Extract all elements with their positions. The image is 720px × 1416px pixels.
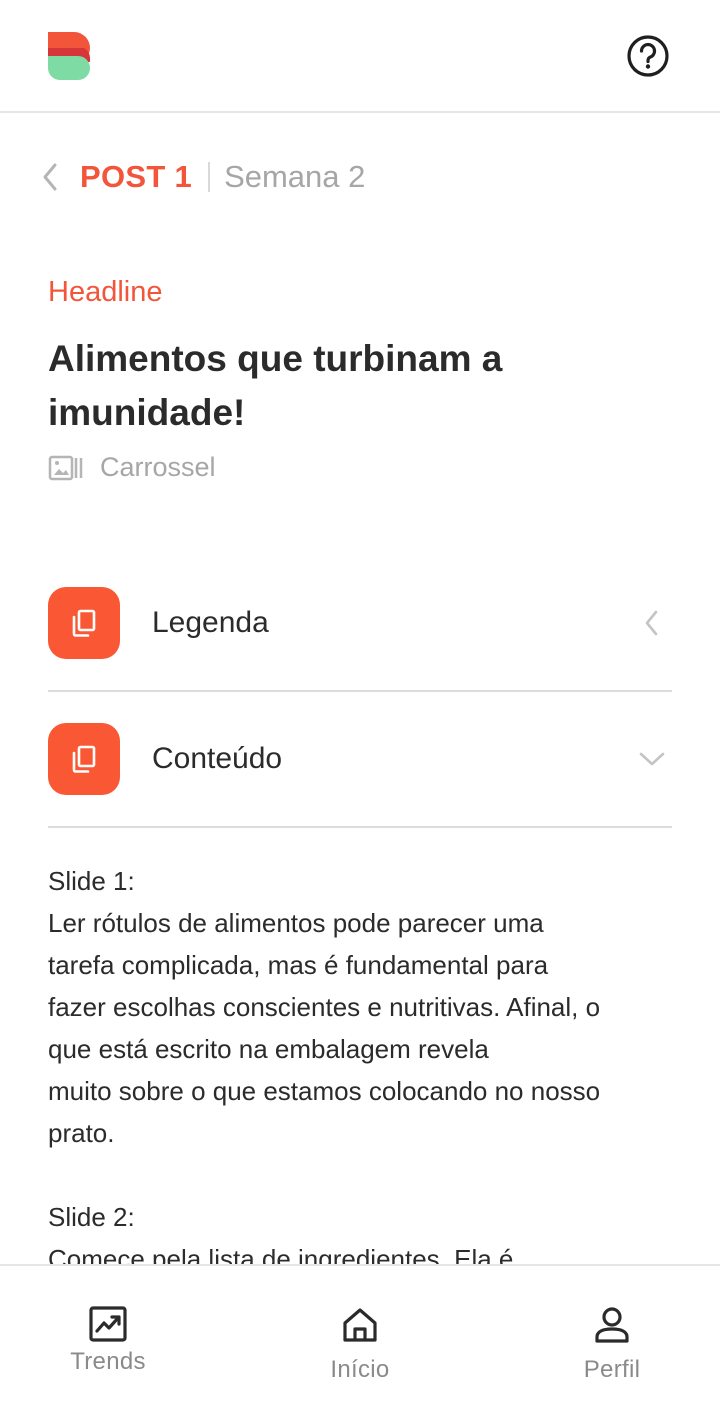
home-icon [343,1308,377,1342]
copy-icon [72,609,96,637]
slide-title: Slide 2: [48,1202,135,1232]
breadcrumb-divider [208,162,211,192]
trending-up-icon [89,1306,127,1342]
help-button[interactable] [626,34,670,78]
post-label: POST 1 [80,159,193,194]
week-label: Semana 2 [224,159,366,194]
nav-label: Início [330,1356,390,1383]
accordion-label: Conteúdo [152,742,283,775]
chevron-down-icon [639,752,665,766]
breadcrumb: POST 1 Semana 2 [36,152,365,202]
back-button[interactable] [36,157,64,197]
post-format: Carrossel [48,452,216,483]
accordion-legenda[interactable]: Legenda [48,556,672,692]
content-line: Ler rótulos de alimentos pode parecer um… [48,908,544,938]
nav-trends[interactable]: Trends [18,1266,198,1416]
post-title: Alimentos que turbinam a imunidade! [48,338,503,433]
nav-label: Trends [70,1348,146,1375]
chevron-left-icon [43,163,57,191]
nav-perfil[interactable]: Perfil [522,1266,702,1416]
content-line: muito sobre o que estamos colocando no n… [48,1076,601,1106]
content-line: prato. [48,1118,115,1148]
expand-toggle[interactable] [632,739,672,779]
accordion-conteudo[interactable]: Conteúdo [48,692,672,828]
copy-button[interactable] [48,723,120,795]
copy-button[interactable] [48,587,120,659]
nav-inicio[interactable]: Início [270,1266,450,1416]
expand-toggle[interactable] [632,603,672,643]
user-icon [595,1307,629,1343]
bottom-navigation: Trends Início Perfil [0,1264,720,1416]
carousel-icon [48,455,83,480]
content-text: Slide 1: Ler rótulos de alimentos pode p… [48,860,672,1264]
chevron-left-icon [645,610,658,636]
slide-title: Slide 1: [48,866,135,896]
brand-logo[interactable] [48,32,90,80]
help-circle-icon [627,35,669,77]
top-bar [0,0,720,113]
nav-label: Perfil [583,1356,641,1383]
content-line: Comece pela lista de ingredientes. Ela é [48,1244,514,1264]
content-line: fazer escolhas conscientes e nutritivas.… [48,992,601,1022]
section-label: Headline [48,276,163,308]
format-label: Carrossel [100,452,216,482]
copy-icon [72,745,96,773]
content-line: que está escrito na embalagem revela [48,1034,489,1064]
content-line: tarefa complicada, mas é fundamental par… [48,950,549,980]
accordion-label: Legenda [152,606,269,639]
